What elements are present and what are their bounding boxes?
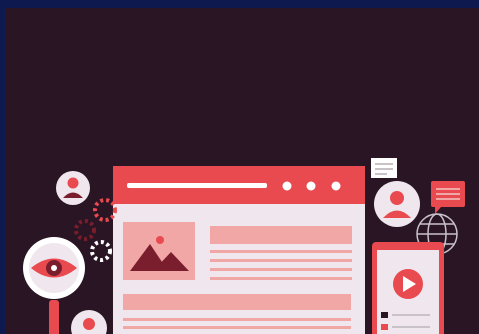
- text-line: [210, 250, 352, 253]
- window-dot: [282, 181, 292, 191]
- text-line: [392, 314, 430, 316]
- document-icon: [371, 158, 397, 178]
- illustration-canvas: [5, 8, 479, 334]
- list-bullet: [381, 312, 388, 318]
- window-dot: [306, 181, 316, 191]
- gear-icon: [74, 219, 96, 241]
- text-line: [210, 268, 352, 271]
- address-bar: [127, 183, 267, 188]
- browser-window-icon: [113, 166, 365, 334]
- content-heading-block: [210, 226, 352, 244]
- text-line: [123, 318, 351, 321]
- play-button-icon: [393, 269, 423, 299]
- gear-icon: [93, 198, 117, 222]
- window-dot: [331, 181, 341, 191]
- chat-bubble-icon: [431, 181, 465, 214]
- user-avatar-icon: [56, 171, 90, 205]
- user-avatar-icon: [71, 310, 107, 334]
- content-block: [123, 294, 351, 310]
- gear-icon: [90, 240, 112, 262]
- text-line: [210, 277, 352, 280]
- mobile-phone-icon: [372, 242, 444, 334]
- text-line: [123, 326, 351, 329]
- web-analytics-illustration: [23, 158, 465, 334]
- text-line: [392, 326, 430, 328]
- text-line: [210, 259, 352, 262]
- user-avatar-icon: [374, 181, 420, 227]
- image-placeholder-icon: [123, 222, 195, 280]
- list-bullet: [381, 324, 388, 330]
